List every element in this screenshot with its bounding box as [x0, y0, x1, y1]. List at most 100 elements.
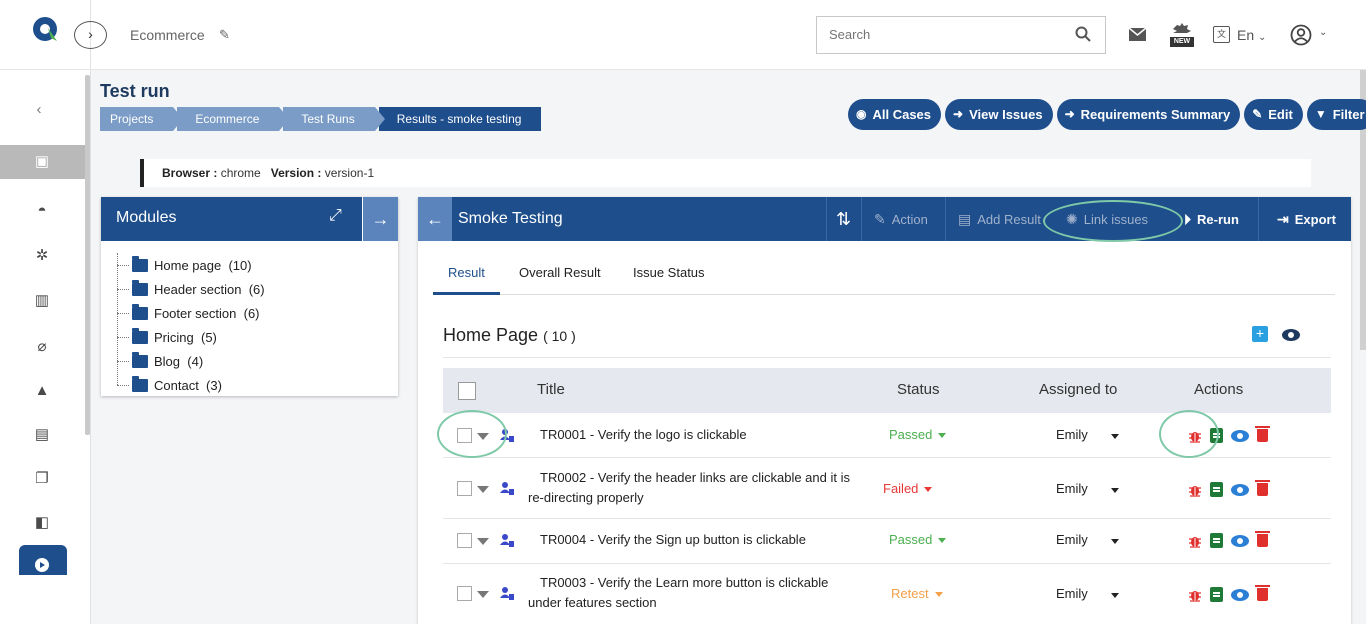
add-result-label: Add Result: [977, 212, 1041, 227]
shapes-icon[interactable]: ◧: [31, 512, 53, 534]
mail-icon[interactable]: [1129, 28, 1146, 41]
module-item[interactable]: Contact (3): [117, 373, 265, 397]
search-icon[interactable]: [1075, 26, 1091, 42]
select-all-checkbox[interactable]: [458, 382, 476, 400]
assignee-dropdown[interactable]: Emily: [1056, 481, 1136, 496]
column-assigned: Assigned to: [1039, 381, 1118, 398]
eye-icon[interactable]: [1231, 534, 1249, 547]
filter-label: Filter: [1332, 107, 1365, 122]
clipboard-icon[interactable]: [1210, 482, 1223, 497]
filter-icon: ▼: [1314, 107, 1327, 121]
caret-down-icon: [1111, 539, 1119, 544]
module-item[interactable]: Footer section (6): [117, 301, 265, 325]
clipboard-icon[interactable]: [1210, 587, 1223, 602]
case-title[interactable]: TR0004 - Verify the Sign up button is cl…: [540, 530, 870, 550]
action-button[interactable]: ✎ Action: [861, 197, 945, 241]
bug-icon[interactable]: [1188, 483, 1202, 497]
case-title[interactable]: TR0003 - Verify the Learn more button is…: [528, 573, 858, 613]
module-item[interactable]: Blog (4): [117, 349, 265, 373]
caret-down-icon[interactable]: [477, 538, 489, 545]
module-item[interactable]: Header section (6): [117, 277, 265, 301]
sidebar-item-test-runs[interactable]: [19, 545, 67, 575]
filter-button[interactable]: ▼ Filter: [1306, 99, 1366, 130]
results-header: ← Smoke Testing ⇅ ✎ Action ▤ Add Result ✺ L…: [418, 197, 1351, 241]
network-icon[interactable]: ✲: [31, 245, 53, 267]
view-issues-button[interactable]: ➜ View Issues: [945, 99, 1053, 130]
row-checkbox[interactable]: [457, 481, 472, 496]
case-title[interactable]: TR0001 - Verify the logo is clickable: [540, 425, 870, 445]
clipboard-icon[interactable]: [1210, 533, 1223, 548]
eye-icon[interactable]: [1231, 483, 1249, 496]
paperclip-icon[interactable]: ⌀: [31, 336, 53, 358]
assignee-label: Emily: [1056, 586, 1088, 601]
language-selector[interactable]: En ⌄: [1237, 27, 1266, 43]
clipboard-check-icon[interactable]: ▣: [31, 151, 53, 173]
breadcrumb-test-runs[interactable]: Test Runs: [283, 107, 386, 131]
user-avatar-icon[interactable]: [1290, 24, 1312, 46]
breadcrumb-ecommerce[interactable]: Ecommerce: [177, 107, 290, 131]
breadcrumb-projects[interactable]: Projects: [100, 107, 184, 131]
trash-icon[interactable]: [1255, 480, 1270, 496]
book-icon[interactable]: ▥: [31, 290, 53, 312]
arrow-left-icon[interactable]: ←: [418, 197, 452, 241]
trash-icon[interactable]: [1255, 585, 1270, 601]
edit-button[interactable]: ✎ Edit: [1244, 99, 1303, 130]
tab-result[interactable]: Result: [433, 265, 500, 295]
trash-icon[interactable]: [1255, 531, 1270, 547]
assignee-dropdown[interactable]: Emily: [1056, 586, 1136, 601]
app-logo[interactable]: [30, 14, 60, 44]
divider: [0, 69, 91, 70]
add-case-icon[interactable]: +: [1252, 326, 1268, 342]
expand-icon[interactable]: ⤢: [329, 207, 342, 225]
eye-icon[interactable]: [1231, 429, 1249, 442]
status-dropdown[interactable]: Retest: [891, 586, 971, 601]
translate-icon[interactable]: 文: [1213, 26, 1230, 43]
whats-new-icon[interactable]: NEW: [1169, 22, 1195, 48]
add-result-button[interactable]: ▤ Add Result: [945, 197, 1048, 241]
status-dropdown[interactable]: Failed: [883, 481, 963, 496]
archive-icon[interactable]: ▤: [31, 424, 53, 446]
case-type-icon: [500, 534, 514, 547]
edit-project-icon[interactable]: ✎: [219, 27, 230, 43]
highlight-circle: [1159, 410, 1219, 458]
module-item[interactable]: Pricing (5): [117, 325, 265, 349]
search-input[interactable]: [817, 17, 1057, 51]
case-title[interactable]: TR0002 - Verify the header links are cli…: [528, 468, 858, 508]
module-item[interactable]: Home page (10): [117, 253, 265, 277]
bug-icon[interactable]: [1188, 534, 1202, 548]
expand-menu-button[interactable]: ›: [74, 21, 107, 49]
folder-icon: [132, 351, 148, 368]
assignee-dropdown[interactable]: Emily: [1056, 532, 1136, 547]
status-dropdown[interactable]: Passed: [889, 532, 969, 547]
row-actions: [1188, 531, 1270, 548]
requirements-summary-button[interactable]: ➜ Requirements Summary: [1056, 99, 1241, 130]
clipboard-icon: ▤: [958, 211, 972, 227]
row-checkbox[interactable]: [457, 586, 472, 601]
bug-icon[interactable]: [1188, 588, 1202, 602]
caret-down-icon[interactable]: [477, 591, 489, 598]
export-button[interactable]: ⇥ Export: [1258, 197, 1351, 241]
suite-title: Smoke Testing: [458, 210, 563, 227]
caret-down-icon[interactable]: [477, 486, 489, 493]
status-dropdown[interactable]: Passed: [889, 427, 969, 442]
breadcrumb-results[interactable]: Results - smoke testing: [378, 107, 542, 131]
tab-issue-status[interactable]: Issue Status: [633, 265, 705, 292]
assignee-dropdown[interactable]: Emily: [1056, 427, 1136, 442]
arrow-right-icon[interactable]: →: [362, 197, 398, 241]
tab-overall-result[interactable]: Overall Result: [519, 265, 601, 292]
row-checkbox[interactable]: [457, 533, 472, 548]
rerun-button[interactable]: ⏵ Re-run: [1170, 197, 1258, 241]
sort-icon[interactable]: ⇅: [826, 197, 860, 241]
copy-icon[interactable]: ❐: [31, 468, 53, 490]
all-cases-button[interactable]: ◉ All Cases: [848, 99, 942, 130]
new-badge: NEW: [1170, 37, 1194, 47]
eye-icon[interactable]: [1231, 588, 1249, 601]
road-icon[interactable]: ▲: [31, 380, 53, 402]
search-box[interactable]: [816, 16, 1106, 54]
view-section-icon[interactable]: [1282, 329, 1300, 341]
user-menu-chevron-icon[interactable]: ⌄: [1319, 27, 1327, 38]
sidebar-scrollbar[interactable]: [85, 75, 90, 435]
collapse-sidebar-icon[interactable]: ‹: [31, 100, 47, 120]
trash-icon[interactable]: [1255, 426, 1270, 442]
binoculars-icon[interactable]: ◓: [31, 200, 53, 222]
